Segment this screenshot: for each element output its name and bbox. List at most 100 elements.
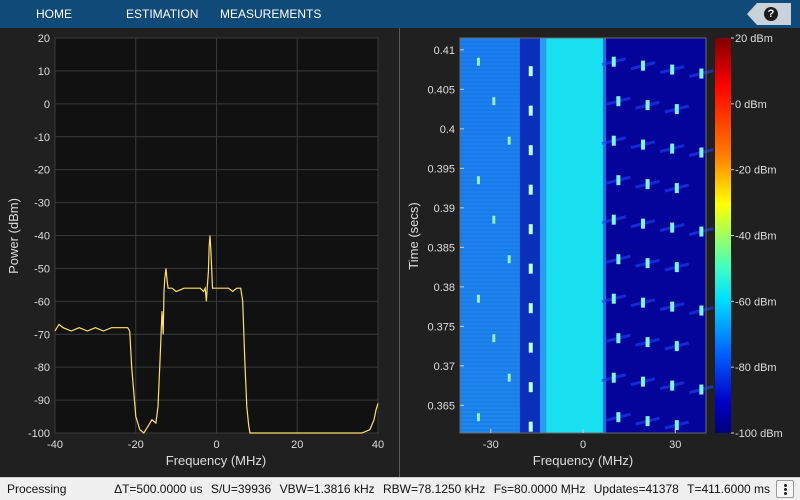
spectrogram-ytick-label: 0.37 — [434, 361, 455, 373]
toolstrip: HOME ESTIMATION MEASUREMENTS ? — [0, 0, 800, 28]
colorbar-tick-label: -40 dBm — [735, 231, 777, 243]
spectrogram-hop — [611, 293, 616, 304]
spectrum-ytick-label: -60 — [34, 296, 50, 308]
spectrogram-hop-left — [507, 255, 511, 264]
spectrum-xtick-label: 40 — [372, 439, 384, 451]
spectrogram-hop-edge — [528, 303, 533, 314]
spectrogram-hop — [611, 135, 616, 146]
spectrogram-hop — [645, 179, 650, 190]
spectrogram-ytick-label: 0.4 — [440, 124, 455, 136]
status-vbw: VBW=1.3816 kHz — [279, 482, 375, 496]
spectrogram-hop-edge — [528, 421, 533, 432]
spectrogram-ytick-label: 0.375 — [427, 321, 455, 333]
spectrogram-hop-left — [476, 413, 480, 422]
status-measurements: ΔT=500.0000 us S/U=39936 VBW=1.3816 kHz … — [109, 478, 770, 500]
colorbar-tick-label: -20 dBm — [735, 165, 777, 177]
spectrogram-hop — [699, 147, 704, 158]
spectrum-ytick-label: 10 — [38, 66, 50, 78]
spectrogram-hop — [640, 297, 645, 308]
spectrogram-hop-edge — [528, 263, 533, 274]
spectrum-ytick-label: -70 — [34, 329, 50, 341]
spectrum-ytick-label: -10 — [34, 132, 50, 144]
spectrogram-hop-edge — [528, 145, 533, 156]
spectrogram-hop-edge — [528, 66, 533, 77]
spectrum-xtick-label: -40 — [47, 439, 63, 451]
spectrogram-ytick-label: 0.385 — [427, 242, 455, 254]
status-bar: Processing ΔT=500.0000 us S/U=39936 VBW=… — [0, 477, 800, 500]
colorbar-tick-label: -100 dBm — [735, 428, 783, 440]
spectrogram-hop — [699, 305, 704, 316]
spectrogram-xlabel: Frequency (MHz) — [533, 453, 633, 468]
spectrogram-hop — [674, 104, 679, 115]
spectrogram-hop-left — [492, 334, 496, 343]
status-fs: Fs=80.0000 MHz — [493, 482, 586, 496]
spectrum-ytick-label: -30 — [34, 198, 50, 210]
spectrogram-hop — [674, 183, 679, 194]
spectrum-ytick-label: 0 — [44, 99, 50, 111]
spectrum-ylabel: Power (dBm) — [6, 198, 21, 274]
spectrogram-band-center — [546, 38, 603, 433]
spectrogram-ytick-label: 0.39 — [434, 203, 455, 215]
spectrogram-hop — [645, 100, 650, 111]
spectrogram-hop — [645, 258, 650, 269]
spectrogram-hop-left — [476, 294, 480, 303]
spectrogram-hop — [640, 218, 645, 229]
spectrum-xtick-label: 0 — [213, 439, 219, 451]
spectrogram-hop — [645, 337, 650, 348]
spectrogram-ytick-label: 0.38 — [434, 282, 455, 294]
spectrogram-plot: -30 0 30 0.41 0.405 0.4 0.395 0.39 0.385 0.38 0.37… — [406, 33, 783, 468]
spectrogram-hop — [616, 333, 621, 344]
help-icon: ? — [764, 7, 778, 21]
spectrogram-hop — [640, 376, 645, 387]
spectrogram-hop — [616, 96, 621, 107]
help-button[interactable]: ? — [747, 3, 791, 25]
spectrogram-hop-left — [492, 215, 496, 224]
spectrogram-hop-edge — [528, 105, 533, 116]
spectrogram-hop — [699, 68, 704, 79]
spectrogram-ylabel: Time (secs) — [406, 202, 421, 269]
spectrogram-ytick-label: 0.395 — [427, 163, 455, 175]
spectrogram-hop — [674, 341, 679, 352]
spectrum-ytick-label: -40 — [34, 231, 50, 243]
spectrum-panel: -40 -20 0 20 40 20 10 0 -10 -20 -30 -40 -50 -60 -70 -80… — [0, 28, 399, 477]
spectrogram-hop-left — [507, 373, 511, 382]
status-time: T=411.6000 ms — [687, 482, 770, 496]
spectrogram-hop — [616, 254, 621, 265]
vertical-ellipsis-icon[interactable] — [776, 480, 794, 498]
tab-measurements[interactable]: MEASUREMENTS — [220, 0, 321, 28]
spectrogram-ytick-label: 0.41 — [434, 45, 455, 57]
spectrum-xtick-label: -20 — [128, 439, 144, 451]
spectrogram-hop-edge — [528, 224, 533, 235]
spectrum-plot: -40 -20 0 20 40 20 10 0 -10 -20 -30 -40 -50 -60 -70 -80… — [6, 33, 384, 468]
spectrogram-image — [460, 37, 714, 433]
spectrogram-hop — [616, 175, 621, 186]
spectrogram-xtick-label: 0 — [580, 439, 586, 451]
spectrum-ytick-label: -90 — [34, 395, 50, 407]
spectrum-ytick-label: 20 — [38, 33, 50, 45]
spectrogram-hop — [674, 420, 679, 431]
colorbar-ticks: 20 dBm 0 dBm -20 dBm -40 dBm -60 dBm -80 dBm -… — [731, 33, 783, 440]
spectrogram-hop — [670, 301, 675, 312]
spectrum-xtick-label: 20 — [291, 439, 303, 451]
tab-estimation[interactable]: ESTIMATION — [126, 0, 198, 28]
spectrum-ytick-label: -80 — [34, 362, 50, 374]
spectrogram-hop-edge — [528, 184, 533, 195]
spectrogram-band-edge — [602, 38, 607, 433]
status-delta-t: ΔT=500.0000 us — [114, 482, 203, 496]
tab-home[interactable]: HOME — [36, 0, 72, 28]
spectrogram-hop-left — [507, 136, 511, 145]
spectrogram-hop-edge — [528, 342, 533, 353]
spectrogram-hop-edge — [528, 382, 533, 393]
colorbar-tick-label: 0 dBm — [735, 99, 767, 111]
spectrogram-band-edge — [539, 38, 547, 433]
status-samples-per-update: S/U=39936 — [210, 482, 272, 496]
spectrogram-hop — [670, 380, 675, 391]
colorbar-tick-label: -80 dBm — [735, 362, 777, 374]
spectrogram-hop — [645, 416, 650, 427]
spectrogram-xtick-label: -30 — [483, 439, 499, 451]
spectrogram-hop-left — [492, 97, 496, 106]
spectrogram-ytick-label: 0.405 — [427, 84, 455, 96]
spectrogram-hop — [611, 56, 616, 67]
spectrogram-hop — [640, 139, 645, 150]
status-state: Processing — [7, 482, 67, 496]
